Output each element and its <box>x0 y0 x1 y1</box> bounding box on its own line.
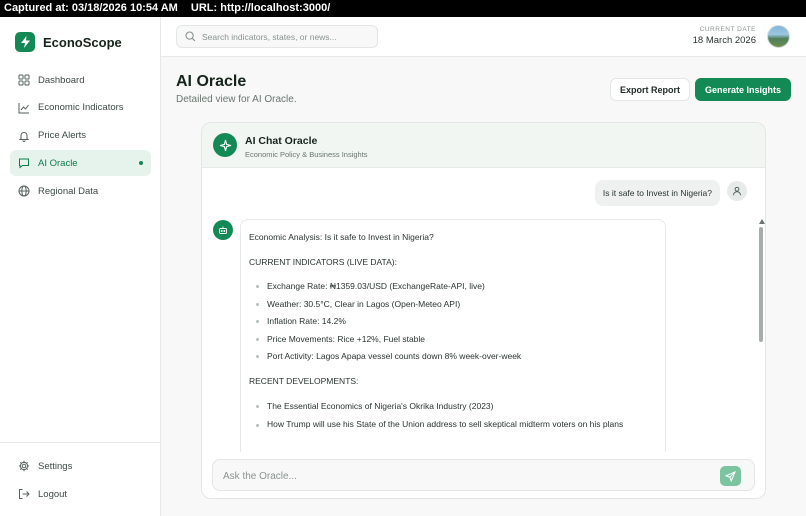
globe-icon <box>18 185 30 197</box>
logout-icon <box>19 489 30 499</box>
list-item: Inflation Rate: 14.2% <box>249 315 657 327</box>
chat-icon <box>19 158 29 169</box>
search-box[interactable] <box>176 25 378 48</box>
list-item: Price Movements: Rice +12%, Fuel stable <box>249 333 657 345</box>
sidebar-item-logout[interactable]: Logout <box>10 481 151 507</box>
sidebar-item-dashboard[interactable]: Dashboard <box>10 67 151 93</box>
grid-icon <box>18 74 30 86</box>
chat-subtitle: Economic Policy & Business Insights <box>245 150 368 159</box>
search-icon <box>185 31 196 42</box>
sidebar-item-label: Settings <box>38 460 73 472</box>
sparkle-icon <box>213 133 237 157</box>
sidebar-item-ai-oracle[interactable]: AI Oracle <box>10 150 151 177</box>
capture-timestamp: Captured at: 03/18/2026 10:54 AM <box>4 2 178 14</box>
lightning-icon <box>15 32 35 52</box>
chat-composer <box>212 459 755 491</box>
active-indicator-dot <box>139 161 143 166</box>
generate-insights-button[interactable]: Generate Insights <box>695 78 791 101</box>
list-item: Exchange Rate: ₦1359.03/USD (ExchangeRat… <box>249 280 657 292</box>
chat-title: AI Chat Oracle <box>245 135 318 147</box>
bot-message: Economic Analysis: Is it safe to Invest … <box>240 219 666 452</box>
capture-bar: Captured at: 03/18/2026 10:54 AM URL: ht… <box>0 0 806 17</box>
current-date-label: CURRENT DATE <box>699 26 756 33</box>
search-input[interactable] <box>202 31 372 42</box>
sidebar-item-label: Logout <box>38 488 68 500</box>
bot-section-heading: RECENT DEVELOPMENTS: <box>249 376 359 386</box>
page-subtitle: Detailed view for AI Oracle. <box>176 94 297 105</box>
sidebar-item-economic-indicators[interactable]: Economic Indicators <box>10 95 151 121</box>
chat-header: AI Chat Oracle Economic Policy & Busines… <box>202 123 765 168</box>
list-item: Weather: 30.5°C, Clear in Lagos (Open-Me… <box>249 298 657 310</box>
list-item: Port Activity: Lagos Apapa vessel counts… <box>249 350 657 362</box>
sidebar-item-settings[interactable]: Settings <box>10 453 151 479</box>
scrollbar-thumb[interactable] <box>759 227 763 342</box>
message-list[interactable]: Is it safe to Invest in Nigeria? Economi… <box>202 169 765 452</box>
user-icon <box>727 181 747 201</box>
chat-panel: AI Chat Oracle Economic Policy & Busines… <box>201 122 766 499</box>
developments-list: The Essential Economics of Nigeria's Okr… <box>249 400 657 433</box>
brand[interactable]: EconoScope <box>15 32 122 52</box>
brand-name: EconoScope <box>43 34 122 50</box>
sidebar-bottom: Settings Logout <box>0 442 161 509</box>
list-item: How Trump will use his State of the Unio… <box>249 417 657 432</box>
sidebar-item-regional-data[interactable]: Regional Data <box>10 178 151 204</box>
send-icon <box>725 470 736 482</box>
bot-icon <box>213 220 233 240</box>
avatar[interactable] <box>767 25 790 48</box>
bot-message-heading: Economic Analysis: Is it safe to Invest … <box>249 232 434 242</box>
send-button[interactable] <box>720 466 741 486</box>
scroll-up-arrow-icon[interactable] <box>759 219 765 224</box>
sidebar-item-label: AI Oracle <box>38 157 78 169</box>
sidebar-item-label: Price Alerts <box>38 130 87 142</box>
topbar: CURRENT DATE 18 March 2026 <box>161 17 806 57</box>
chat-input[interactable] <box>223 468 703 484</box>
sidebar-item-label: Dashboard <box>38 74 85 86</box>
sidebar-item-label: Economic Indicators <box>38 102 124 114</box>
sidebar-nav: Dashboard Economic Indicators Price Aler… <box>10 67 151 206</box>
current-date: CURRENT DATE 18 March 2026 <box>693 26 756 46</box>
list-item: The Essential Economics of Nigeria's Okr… <box>249 400 657 412</box>
indicator-list: Exchange Rate: ₦1359.03/USD (ExchangeRat… <box>249 280 657 362</box>
export-report-button[interactable]: Export Report <box>610 78 690 101</box>
user-message: Is it safe to Invest in Nigeria? <box>594 180 720 206</box>
sidebar: EconoScope Dashboard Economic Indicators… <box>0 17 161 516</box>
bot-section-heading: CURRENT INDICATORS (LIVE DATA): <box>249 256 397 267</box>
capture-url: URL: http://localhost:3000/ <box>190 2 331 14</box>
line-chart-icon <box>18 102 29 114</box>
bell-icon <box>18 131 30 142</box>
sidebar-item-price-alerts[interactable]: Price Alerts <box>10 123 151 149</box>
gear-icon <box>18 460 30 472</box>
sidebar-item-label: Regional Data <box>38 185 99 197</box>
page-title: AI Oracle <box>176 73 247 90</box>
current-date-value: 18 March 2026 <box>692 35 756 46</box>
scrollbar[interactable] <box>758 219 765 452</box>
